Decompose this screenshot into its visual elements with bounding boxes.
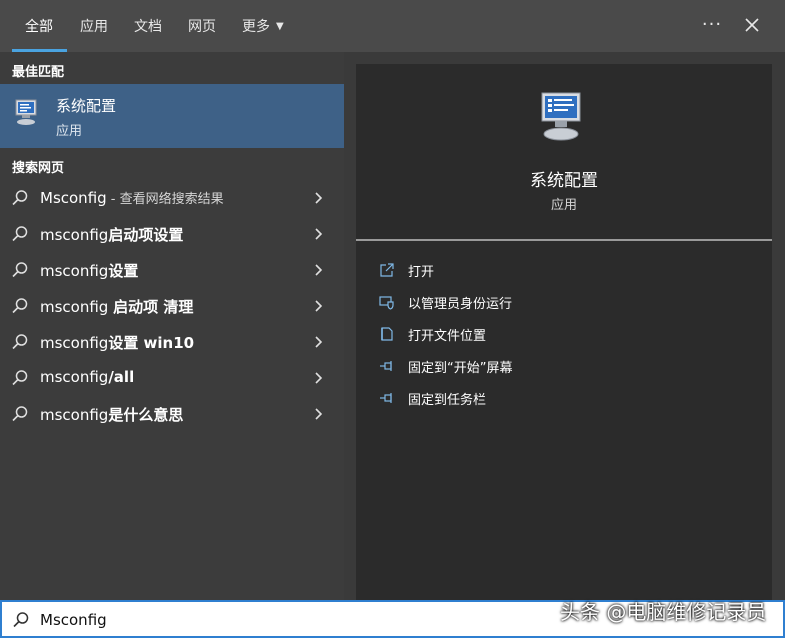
result-suggestion: 设置 win10	[108, 334, 195, 352]
result-text: msconfig	[40, 334, 109, 352]
result-suggestion: 是什么意思	[108, 406, 184, 424]
tab-web[interactable]: 网页	[175, 0, 229, 52]
system-config-icon	[541, 92, 581, 141]
result-text: msconfig	[40, 262, 109, 280]
result-suggestion: 设置	[108, 262, 139, 280]
best-match-item[interactable]: 系统配置 应用	[0, 84, 344, 148]
preview-panel: 系统配置 应用 打开 以管理员身份运行 打开文件位置 固定到“开始”屏幕 固定到…	[356, 64, 772, 600]
action-open[interactable]: 打开	[356, 255, 772, 285]
more-options-icon[interactable]: ···	[700, 14, 724, 35]
tab-label: 全部	[25, 19, 53, 35]
tab-apps[interactable]: 应用	[67, 0, 121, 52]
web-result-item[interactable]: msconfig设置 win10	[0, 324, 344, 360]
web-result-item[interactable]: msconfig/all	[0, 360, 344, 396]
pin-icon	[380, 393, 392, 403]
best-match-header: 最佳匹配	[12, 65, 65, 80]
action-pin-to-start[interactable]: 固定到“开始”屏幕	[356, 351, 772, 381]
tab-all[interactable]: 全部	[0, 0, 67, 52]
action-pin-to-taskbar[interactable]: 固定到任务栏	[356, 383, 772, 413]
chevron-right-icon[interactable]	[313, 227, 323, 241]
search-input[interactable]: Msconfig	[40, 611, 107, 629]
search-icon	[12, 298, 28, 314]
search-icon	[12, 190, 28, 206]
watermark: 头条 @电脑维修记录员	[560, 600, 767, 624]
result-text: msconfig	[40, 298, 114, 316]
top-bar: 全部 应用 文档 网页 更多 ▼ ···	[0, 0, 785, 52]
search-icon	[12, 406, 28, 422]
chevron-right-icon[interactable]	[313, 263, 323, 277]
chevron-right-icon[interactable]	[313, 299, 323, 313]
best-match-title: 系统配置	[56, 97, 117, 115]
web-result-item[interactable]: Msconfig - 查看网络搜索结果	[0, 180, 344, 216]
web-result-item[interactable]: msconfig设置	[0, 252, 344, 288]
result-suggestion: 启动项 清理	[113, 298, 194, 316]
open-icon	[380, 263, 394, 277]
results-panel: 最佳匹配 系统配置 应用 搜索网页 Msconfig - 查看网络搜索结果 ms…	[0, 52, 344, 600]
tab-more[interactable]: 更多 ▼	[229, 0, 297, 52]
web-result-item[interactable]: msconfig 启动项 清理	[0, 288, 344, 324]
action-run-as-admin[interactable]: 以管理员身份运行	[356, 287, 772, 317]
result-text: Msconfig	[40, 189, 107, 207]
search-icon	[13, 612, 29, 628]
action-label: 打开	[408, 265, 435, 280]
tab-label: 更多	[242, 19, 270, 35]
search-icon	[12, 334, 28, 350]
best-match-subtitle: 应用	[56, 124, 83, 139]
result-suggestion: 启动项设置	[108, 226, 184, 244]
result-text: msconfig	[40, 406, 109, 424]
result-label: msconfig/all	[40, 368, 134, 386]
shield-icon	[379, 296, 394, 310]
divider	[356, 239, 772, 241]
tab-documents[interactable]: 文档	[121, 0, 175, 52]
file-location-icon	[381, 327, 393, 341]
search-icon	[12, 226, 28, 242]
web-result-item[interactable]: msconfig启动项设置	[0, 216, 344, 252]
result-suggestion: /all	[108, 368, 135, 386]
result-text: msconfig	[40, 368, 109, 386]
web-result-item[interactable]: msconfig是什么意思	[0, 396, 344, 432]
action-label: 固定到“开始”屏幕	[408, 361, 513, 376]
web-search-header: 搜索网页	[12, 161, 65, 176]
result-label: msconfig设置	[40, 260, 138, 281]
tab-list: 全部 应用 文档 网页 更多 ▼	[0, 0, 297, 52]
result-label: msconfig 启动项 清理	[40, 296, 193, 317]
preview-title: 系统配置	[530, 171, 598, 191]
result-label: msconfig启动项设置	[40, 224, 183, 245]
chevron-down-icon: ▼	[276, 20, 284, 32]
chevron-right-icon[interactable]	[313, 335, 323, 349]
result-label: msconfig设置 win10	[40, 332, 194, 353]
tab-label: 网页	[188, 19, 216, 35]
search-icon	[12, 262, 28, 278]
action-label: 以管理员身份运行	[408, 297, 513, 312]
result-label: Msconfig - 查看网络搜索结果	[40, 188, 224, 207]
tab-label: 文档	[134, 19, 162, 35]
tab-label: 应用	[80, 19, 108, 35]
action-open-file-location[interactable]: 打开文件位置	[356, 319, 772, 349]
result-label: msconfig是什么意思	[40, 404, 183, 425]
close-icon[interactable]	[741, 14, 763, 36]
chevron-right-icon[interactable]	[313, 191, 323, 205]
action-label: 打开文件位置	[408, 329, 487, 344]
action-label: 固定到任务栏	[408, 393, 487, 408]
search-icon	[12, 370, 28, 386]
result-hint: - 查看网络搜索结果	[106, 192, 224, 207]
preview-subtitle: 应用	[550, 198, 577, 213]
result-text: msconfig	[40, 226, 109, 244]
pin-icon	[380, 361, 392, 371]
chevron-right-icon[interactable]	[313, 371, 323, 385]
system-config-icon	[15, 99, 37, 125]
chevron-right-icon[interactable]	[313, 407, 323, 421]
